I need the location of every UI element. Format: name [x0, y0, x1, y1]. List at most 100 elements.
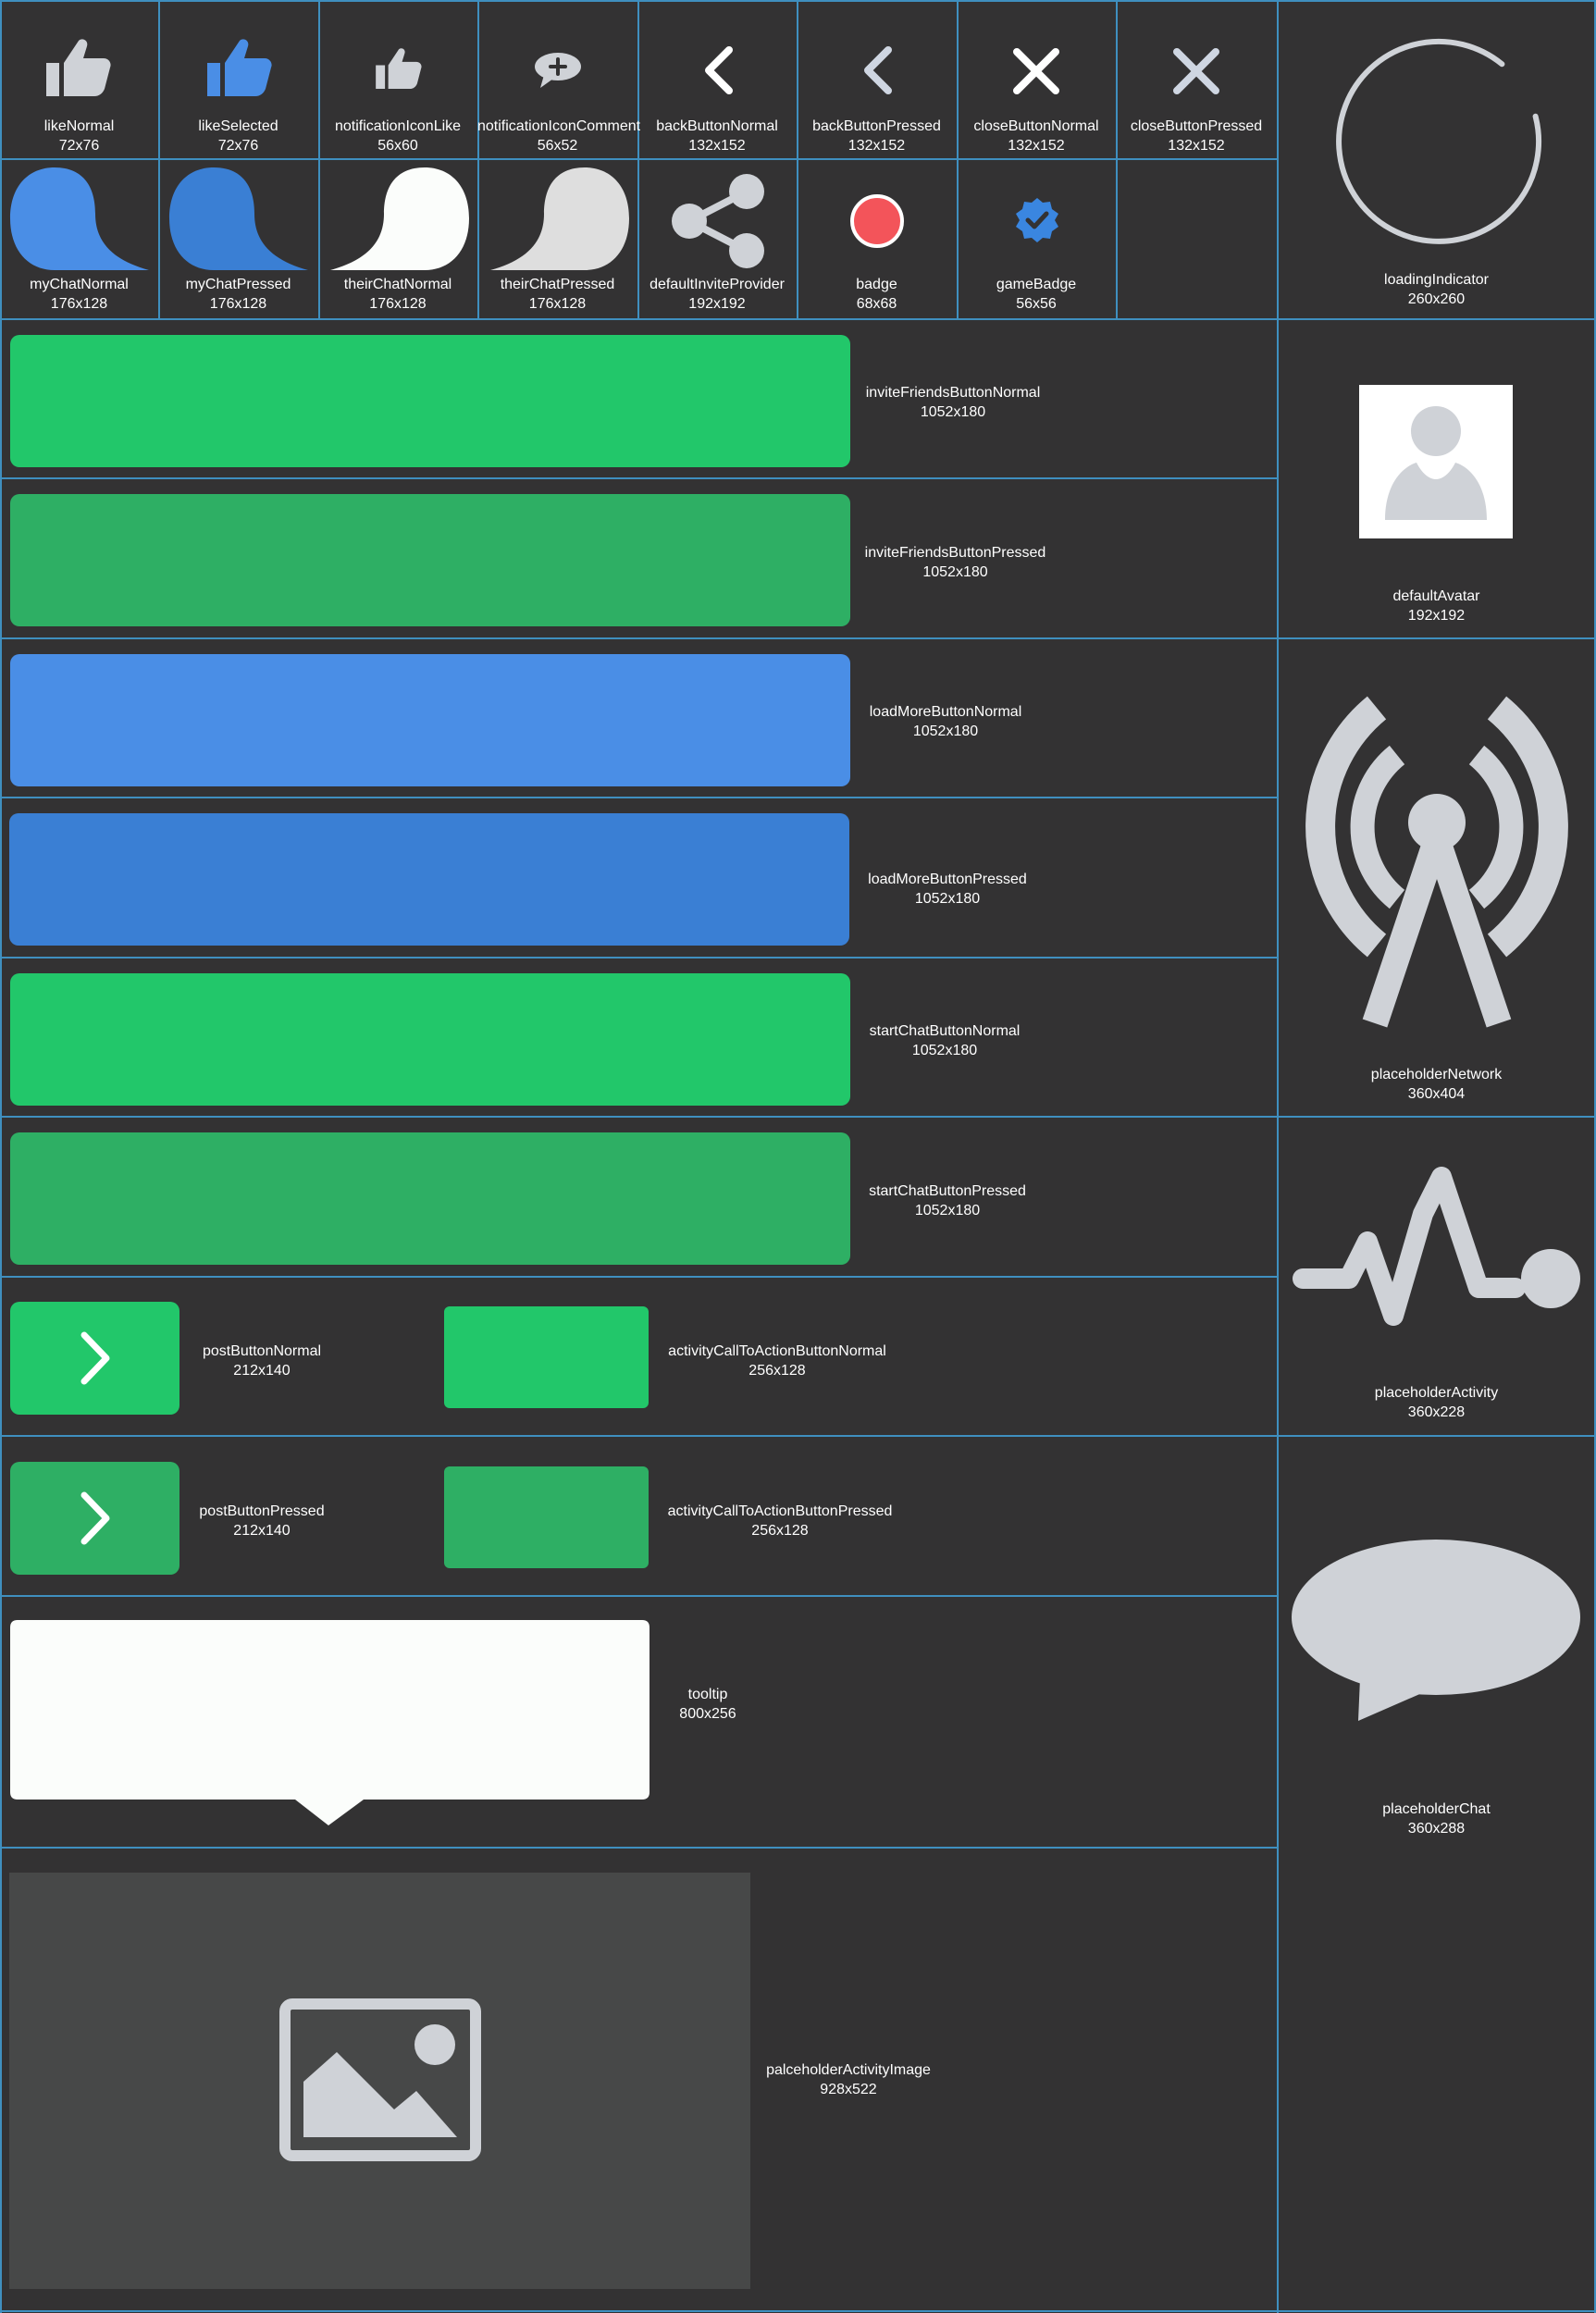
- asset-label: startChatButtonPressed 1052x180: [844, 1181, 1051, 1220]
- chat-bubble-icon: [330, 167, 469, 270]
- asset-size: 176x128: [528, 296, 587, 312]
- asset-label: placeholderNetwork 360x404: [1277, 1065, 1596, 1104]
- asset-label: gameBadge 56x56: [957, 275, 1116, 314]
- verified-badge-icon: [1015, 198, 1059, 242]
- asset-name: startChatButtonPressed: [869, 1183, 1026, 1199]
- grid-line: [0, 318, 1596, 320]
- invite-friends-button-pressed: [10, 494, 850, 626]
- asset-label: defaultAvatar 192x192: [1277, 587, 1596, 625]
- asset-name: loadMoreButtonNormal: [869, 704, 1022, 720]
- asset-label: inviteFriendsButtonPressed 1052x180: [842, 543, 1069, 582]
- load-more-button-normal: [10, 654, 850, 786]
- asset-name: postButtonPressed: [199, 1503, 325, 1519]
- asset-label: loadMoreButtonPressed 1052x180: [844, 870, 1051, 909]
- asset-size: 1052x180: [912, 724, 979, 739]
- asset-size: 176x128: [50, 296, 108, 312]
- asset-size: 72x76: [217, 138, 259, 154]
- asset-name: notificationIconLike: [334, 118, 462, 134]
- asset-name: backButtonNormal: [656, 118, 778, 134]
- asset-size: 1052x180: [922, 564, 988, 580]
- chevron-right-icon: [80, 1491, 110, 1545]
- grid-line: [0, 2310, 1596, 2312]
- asset-size: 1052x180: [911, 1043, 978, 1058]
- asset-label: myChatPressed 176x128: [158, 275, 318, 314]
- asset-name: activityCallToActionButtonPressed: [667, 1503, 893, 1519]
- asset-size: 132x152: [1008, 138, 1065, 154]
- asset-name: backButtonPressed: [812, 118, 941, 134]
- asset-name: likeSelected: [198, 118, 278, 134]
- chat-bubble-icon: [490, 167, 629, 270]
- user-avatar-icon: [1359, 385, 1513, 538]
- asset-label: likeSelected 72x76: [158, 117, 318, 155]
- asset-label: closeButtonPressed 132x152: [1116, 117, 1277, 155]
- asset-label: placeholderChat 360x288: [1277, 1800, 1596, 1838]
- grid-line: [158, 0, 160, 318]
- asset-label: theirChatPressed 176x128: [477, 275, 637, 314]
- asset-name: defaultInviteProvider: [650, 277, 785, 292]
- asset-sprite-sheet: likeNormal 72x76 likeSelected 72x76 noti…: [0, 0, 1596, 2313]
- close-icon: [1013, 48, 1059, 94]
- asset-name: theirChatNormal: [343, 277, 452, 292]
- asset-name: gameBadge: [996, 277, 1077, 292]
- grid-line: [0, 477, 1277, 479]
- asset-size: 56x52: [537, 138, 578, 154]
- asset-size: 72x76: [58, 138, 100, 154]
- image-icon: [279, 1998, 481, 2161]
- grid-line: [0, 1595, 1277, 1597]
- asset-name: placeholderChat: [1382, 1801, 1491, 1817]
- speech-bubble-icon: [1292, 1540, 1580, 1721]
- grid-line: [0, 1847, 1277, 1849]
- pulse-icon: [1293, 1158, 1582, 1340]
- load-more-button-pressed: [9, 813, 849, 946]
- post-button-pressed: [10, 1462, 179, 1575]
- grid-line: [1277, 1435, 1596, 1437]
- grid-line: [1116, 0, 1118, 318]
- asset-name: likeNormal: [43, 118, 115, 134]
- asset-label: tooltip 800x256: [648, 1685, 768, 1724]
- asset-label: likeNormal 72x76: [0, 117, 158, 155]
- share-icon: [671, 174, 765, 268]
- asset-size: 260x260: [1407, 291, 1466, 307]
- tooltip-shape: [10, 1620, 650, 1825]
- asset-size: 68x68: [856, 296, 897, 312]
- asset-size: 176x128: [369, 296, 427, 312]
- asset-size: 1052x180: [914, 1203, 981, 1218]
- asset-name: badge: [856, 277, 897, 292]
- asset-label: inviteFriendsButtonNormal 1052x180: [842, 383, 1064, 422]
- asset-label: notificationIconLike 56x60: [318, 117, 477, 155]
- asset-label: placeholderActivity 360x228: [1277, 1383, 1596, 1422]
- asset-name: placeholderActivity: [1374, 1385, 1499, 1401]
- post-button-normal: [10, 1302, 179, 1415]
- asset-label: activityCallToActionButtonPressed 256x12…: [660, 1502, 900, 1540]
- asset-name: notificationIconComment: [477, 118, 641, 134]
- asset-label: backButtonNormal 132x152: [637, 117, 797, 155]
- grid-line: [0, 1435, 1277, 1437]
- asset-size: 256x128: [749, 1363, 806, 1379]
- asset-label: myChatNormal 176x128: [0, 275, 158, 314]
- grid-line: [1277, 0, 1279, 2313]
- asset-size: 360x228: [1407, 1404, 1466, 1420]
- grid-line: [0, 637, 1596, 639]
- badge-icon: [849, 193, 905, 249]
- asset-label: backButtonPressed 132x152: [797, 117, 957, 155]
- asset-name: closeButtonPressed: [1130, 118, 1263, 134]
- close-icon: [1173, 48, 1219, 94]
- asset-size: 192x192: [688, 296, 746, 312]
- asset-name: startChatButtonNormal: [869, 1023, 1021, 1039]
- asset-name: tooltip: [687, 1687, 728, 1702]
- asset-size: 56x56: [1016, 296, 1057, 312]
- asset-size: 212x140: [233, 1523, 291, 1539]
- asset-name: postButtonNormal: [202, 1343, 322, 1359]
- asset-label: postButtonNormal 212x140: [188, 1342, 336, 1380]
- asset-label: closeButtonNormal 132x152: [957, 117, 1116, 155]
- asset-label: notificationIconComment 56x52: [477, 117, 641, 155]
- chevron-left-icon: [860, 46, 894, 94]
- asset-size: 928x522: [820, 2082, 877, 2097]
- asset-name: inviteFriendsButtonPressed: [864, 545, 1046, 561]
- asset-size: 56x60: [377, 138, 418, 154]
- grid-line: [797, 0, 798, 318]
- start-chat-button-normal: [10, 973, 850, 1106]
- asset-name: myChatNormal: [30, 277, 129, 292]
- invite-friends-button-normal: [10, 335, 850, 467]
- asset-name: placeholderNetwork: [1370, 1067, 1503, 1082]
